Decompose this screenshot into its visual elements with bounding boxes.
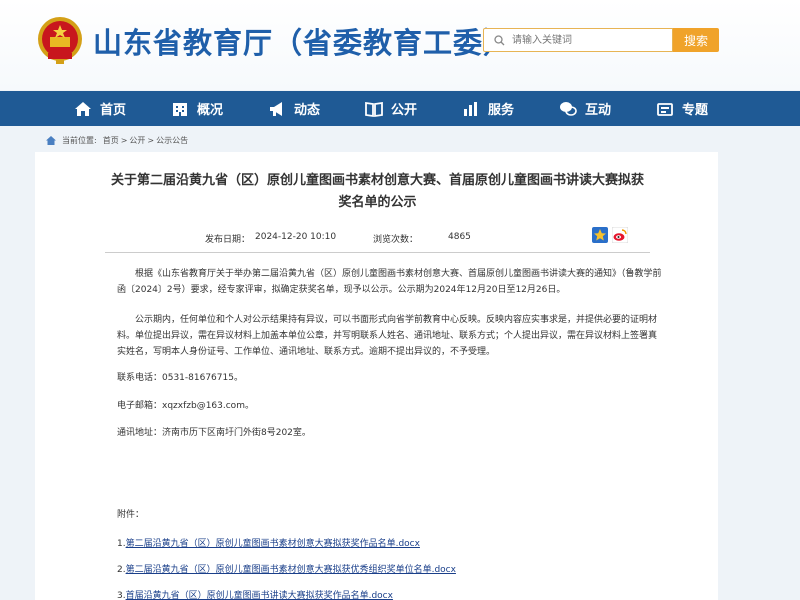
nav-item-overview[interactable]: 概况 xyxy=(171,91,223,126)
article-paragraph: 公示期内，任何单位和个人对公示结果持有异议，可以书面形式向省学前教育中心反映。反… xyxy=(117,315,658,357)
attachment-item: 2.第二届沿黄九省（区）原创儿童图画书素材创意大赛拟获优秀组织奖单位名单.doc… xyxy=(117,562,456,575)
nav-item-label: 公开 xyxy=(391,103,418,118)
breadcrumb-separator: > xyxy=(147,135,155,145)
breadcrumb-home[interactable]: 首页 xyxy=(103,135,119,146)
nav-item-news[interactable]: 动态 xyxy=(268,91,320,126)
attachment-link[interactable]: 首届沿黄九省（区）原创儿童图画书讲读大赛拟获奖作品名单.docx xyxy=(126,591,393,600)
search-button[interactable]: 搜索 xyxy=(673,28,719,52)
contact-phone: 联系电话：0531-81676715。 xyxy=(117,373,243,383)
flag-icon xyxy=(657,102,673,116)
attachment-item: 3.首届沿黄九省（区）原创儿童图画书讲读大赛拟获奖作品名单.docx xyxy=(117,588,393,600)
nav-item-label: 互动 xyxy=(585,103,612,118)
views-label: 浏览次数： xyxy=(373,235,419,245)
nav-item-service[interactable]: 服务 xyxy=(462,91,514,126)
nav-item-label: 专题 xyxy=(682,103,709,118)
site-title[interactable]: 山东省教育厅（省委教育工委） xyxy=(93,20,513,62)
megaphone-icon xyxy=(270,101,282,116)
national-emblem-icon xyxy=(38,17,82,64)
nav-item-label: 服务 xyxy=(488,103,515,118)
book-icon xyxy=(365,101,383,117)
article-panel: 关于第二届沿黄九省（区）原创儿童图画书素材创意大赛、首届原创儿童图画书讲读大赛拟… xyxy=(35,152,718,600)
nav-item-label: 动态 xyxy=(294,103,321,118)
nav-item-label: 首页 xyxy=(100,103,127,118)
views-value: 4865 xyxy=(448,232,471,242)
attachment-link[interactable]: 第二届沿黄九省（区）原创儿童图画书素材创意大赛拟获奖作品名单.docx xyxy=(126,539,420,549)
article-title: 关于第二届沿黄九省（区）原创儿童图画书素材创意大赛、首届原创儿童图画书讲读大赛拟… xyxy=(110,173,644,210)
nav-item-home[interactable]: 首页 xyxy=(74,91,126,126)
breadcrumb-public[interactable]: 公开 xyxy=(129,135,145,146)
attachment-link[interactable]: 第二届沿黄九省（区）原创儿童图画书素材创意大赛拟获优秀组织奖单位名单.docx xyxy=(126,565,456,575)
breadcrumb-current[interactable]: 公示公告 xyxy=(156,135,188,146)
contact-address: 通讯地址：济南市历下区南圩门外街8号202室。 xyxy=(117,428,311,438)
qzone-share-icon[interactable] xyxy=(592,227,608,243)
search-input[interactable] xyxy=(512,31,667,49)
attachment-item: 1.第二届沿黄九省（区）原创儿童图画书素材创意大赛拟获奖作品名单.docx xyxy=(117,536,420,549)
attachments-label: 附件： xyxy=(117,510,145,520)
main-nav: 首页 概况 动态 公开 服务 互动 专题 xyxy=(0,91,800,126)
article-paragraph: 根据《山东省教育厅关于举办第二届沿黄九省（区）原创儿童图画书素材创意大赛、首届原… xyxy=(117,269,662,295)
weibo-share-icon[interactable] xyxy=(612,227,628,243)
attachment-number: 2. xyxy=(117,565,126,575)
contact-email: 电子邮箱：xqzxfzb@163.com。 xyxy=(117,401,254,411)
breadcrumb: 当前位置: 首页 > 公开 > 公示公告 xyxy=(46,134,190,146)
attachment-number: 1. xyxy=(117,539,126,549)
share-icons xyxy=(592,227,628,243)
chart-icon xyxy=(464,101,477,116)
home-icon xyxy=(46,135,56,145)
breadcrumb-prefix: 当前位置: xyxy=(62,135,97,145)
attachment-number: 3. xyxy=(117,591,126,600)
breadcrumb-separator: > xyxy=(120,135,128,145)
building-icon xyxy=(173,102,187,116)
home-icon xyxy=(75,101,91,116)
divider xyxy=(105,252,650,253)
nav-item-topics[interactable]: 专题 xyxy=(656,91,708,126)
chat-icon xyxy=(560,101,577,116)
site-header: 山东省教育厅（省委教育工委） 搜索 xyxy=(0,0,800,90)
nav-item-public[interactable]: 公开 xyxy=(365,91,417,126)
date-value: 2024-12-20 10:10 xyxy=(255,232,337,242)
search-box xyxy=(483,28,673,52)
nav-item-interaction[interactable]: 互动 xyxy=(559,91,611,126)
search-icon xyxy=(494,35,505,46)
nav-item-label: 概况 xyxy=(197,103,224,118)
date-label: 发布日期： xyxy=(205,235,251,245)
